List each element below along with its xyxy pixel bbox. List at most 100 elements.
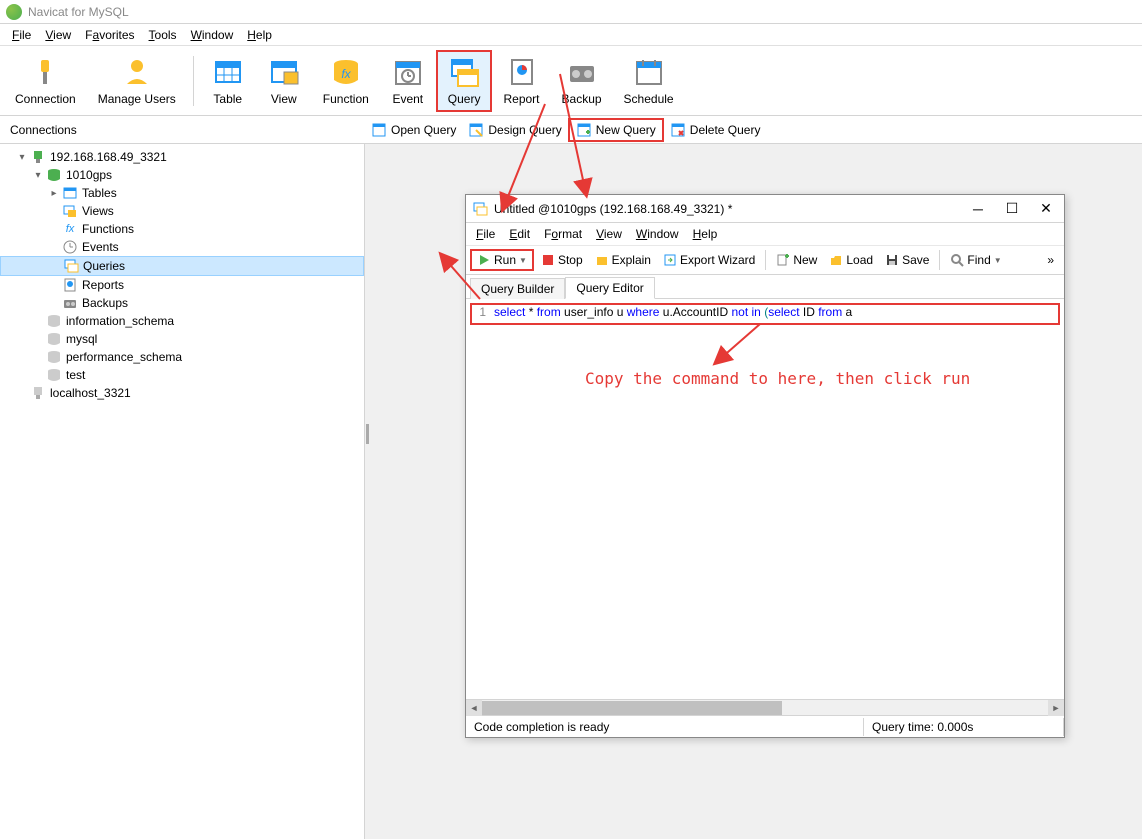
run-button[interactable]: Run ▼ <box>470 249 534 271</box>
server-node[interactable]: localhost_3321 <box>0 384 364 402</box>
backup-icon <box>566 56 598 88</box>
open-query-icon <box>371 122 387 138</box>
database-node[interactable]: test <box>0 366 364 384</box>
database-node[interactable]: mysql <box>0 330 364 348</box>
tree-toggle-icon[interactable]: ▾ <box>16 151 28 163</box>
export-wizard-button[interactable]: Export Wizard <box>658 251 760 269</box>
report-label: Report <box>503 92 539 106</box>
views-node[interactable]: Views <box>0 202 364 220</box>
database-node[interactable]: ▾ 1010gps <box>0 166 364 184</box>
connection-button[interactable]: Connection <box>4 50 87 112</box>
explain-label: Explain <box>612 253 651 267</box>
app-title: Navicat for MySQL <box>28 5 129 19</box>
queries-node[interactable]: Queries <box>0 256 364 276</box>
design-query-icon <box>468 122 484 138</box>
table-label: Table <box>213 92 242 106</box>
menu-favorites[interactable]: Favorites <box>79 26 140 44</box>
report-icon <box>506 56 538 88</box>
connections-panel-label: Connections <box>0 119 365 141</box>
connection-tree: ▾ 192.168.168.49_3321 ▾ 1010gps ▸ Tables… <box>0 144 364 406</box>
toolbar-separator <box>939 250 940 270</box>
query-editor-window: Untitled @1010gps (192.168.168.49_3321) … <box>465 194 1065 738</box>
save-button[interactable]: Save <box>880 251 934 269</box>
menu-help[interactable]: Help <box>241 26 278 44</box>
server-icon <box>30 385 46 401</box>
delete-query-label: Delete Query <box>690 123 761 137</box>
menu-view[interactable]: View <box>39 26 77 44</box>
export-wizard-label: Export Wizard <box>680 253 755 267</box>
delete-query-button[interactable]: Delete Query <box>664 118 767 142</box>
splitter-grip[interactable] <box>366 424 369 444</box>
menu-window[interactable]: Window <box>185 26 240 44</box>
backup-button[interactable]: Backup <box>551 50 613 112</box>
tree-spacer <box>48 223 60 235</box>
report-button[interactable]: Report <box>492 50 550 112</box>
load-icon <box>829 253 843 267</box>
tree-spacer <box>32 351 44 363</box>
new-button[interactable]: New <box>771 251 822 269</box>
qw-menu-file[interactable]: File <box>470 225 501 243</box>
menu-tools[interactable]: Tools <box>143 26 183 44</box>
menu-file[interactable]: File <box>6 26 37 44</box>
queries-icon <box>63 258 79 274</box>
run-label: Run <box>494 253 516 267</box>
scroll-left-arrow-icon[interactable]: ◄ <box>466 700 482 716</box>
new-icon <box>776 253 790 267</box>
tree-spacer <box>49 260 61 272</box>
minimize-button[interactable]: ─ <box>966 199 990 219</box>
tree-item-label: 192.168.168.49_3321 <box>50 150 167 164</box>
manage-users-button[interactable]: Manage Users <box>87 50 187 112</box>
design-query-label: Design Query <box>488 123 561 137</box>
new-query-button[interactable]: New Query <box>568 118 664 142</box>
query-window-toolbar: Run ▼ Stop Explain Export Wizard <box>466 245 1064 275</box>
functions-icon: fx <box>62 221 78 237</box>
connection-label: Connection <box>15 92 76 106</box>
server-node[interactable]: ▾ 192.168.168.49_3321 <box>0 148 364 166</box>
database-icon <box>46 331 62 347</box>
tree-toggle-icon[interactable]: ▸ <box>48 187 60 199</box>
view-button[interactable]: View <box>256 50 312 112</box>
qw-menu-view[interactable]: View <box>590 225 628 243</box>
scroll-right-arrow-icon[interactable]: ► <box>1048 700 1064 716</box>
qw-menu-format[interactable]: Format <box>538 225 588 243</box>
close-button[interactable]: ✕ <box>1034 199 1058 219</box>
design-query-button[interactable]: Design Query <box>462 118 567 142</box>
find-label: Find <box>967 253 990 267</box>
scrollbar-thumb[interactable] <box>482 701 782 715</box>
table-button[interactable]: Table <box>200 50 256 112</box>
tree-item-label: localhost_3321 <box>50 386 131 400</box>
query-icon <box>448 56 480 88</box>
tree-spacer <box>32 369 44 381</box>
reports-node[interactable]: Reports <box>0 276 364 294</box>
toolbar-separator <box>193 56 194 106</box>
horizontal-scrollbar[interactable]: ◄ ► <box>466 699 1064 715</box>
events-node[interactable]: Events <box>0 238 364 256</box>
query-window-title-bar[interactable]: Untitled @1010gps (192.168.168.49_3321) … <box>466 195 1064 223</box>
schedule-button[interactable]: Schedule <box>613 50 685 112</box>
database-node[interactable]: performance_schema <box>0 348 364 366</box>
toolbar-overflow-button[interactable]: » <box>1041 251 1060 269</box>
load-button[interactable]: Load <box>824 251 878 269</box>
function-button[interactable]: fx Function <box>312 50 380 112</box>
qw-menu-window[interactable]: Window <box>630 225 685 243</box>
tab-query-builder[interactable]: Query Builder <box>470 278 565 299</box>
tree-toggle-icon[interactable]: ▾ <box>32 169 44 181</box>
sql-editor[interactable]: 1 select * from user_info u where u.Acco… <box>466 299 1064 699</box>
maximize-button[interactable]: ☐ <box>1000 199 1024 219</box>
qw-menu-help[interactable]: Help <box>687 225 724 243</box>
query-button[interactable]: Query <box>436 50 493 112</box>
stop-button[interactable]: Stop <box>536 251 588 269</box>
explain-button[interactable]: Explain <box>590 251 656 269</box>
tab-query-editor[interactable]: Query Editor <box>565 277 654 299</box>
find-button[interactable]: Find ▼ <box>945 251 1006 269</box>
backups-node[interactable]: Backups <box>0 294 364 312</box>
open-query-button[interactable]: Open Query <box>365 118 462 142</box>
functions-node[interactable]: fx Functions <box>0 220 364 238</box>
tables-node[interactable]: ▸ Tables <box>0 184 364 202</box>
toolbar-separator <box>765 250 766 270</box>
database-node[interactable]: information_schema <box>0 312 364 330</box>
code-text-area[interactable]: select * from user_info u where u.Accoun… <box>490 299 1064 699</box>
event-button[interactable]: Event <box>380 50 436 112</box>
qw-menu-edit[interactable]: Edit <box>503 225 536 243</box>
query-window-title: Untitled @1010gps (192.168.168.49_3321) … <box>494 202 966 216</box>
